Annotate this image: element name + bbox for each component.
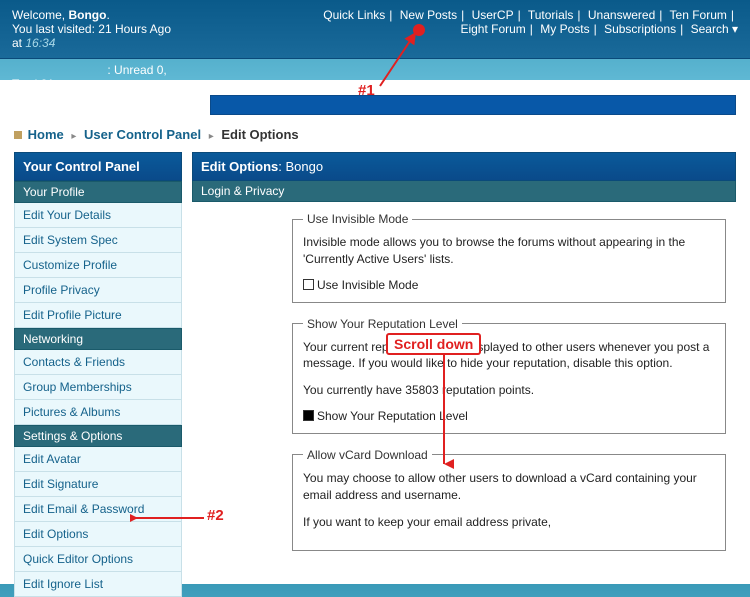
ql-unanswered[interactable]: Unanswered	[588, 8, 655, 22]
unread-status: Private Messages: Unread 0, Total 21.	[0, 59, 750, 95]
sb-group-memberships[interactable]: Group Memberships	[14, 375, 182, 400]
reputation-legend: Show Your Reputation Level	[303, 317, 462, 331]
sb-customize-profile[interactable]: Customize Profile	[14, 253, 182, 278]
sb-edit-system-spec[interactable]: Edit System Spec	[14, 228, 182, 253]
sb-profile-privacy[interactable]: Profile Privacy	[14, 278, 182, 303]
breadcrumb-current: Edit Options	[221, 127, 298, 142]
sidebar-section-settings: Settings & Options	[14, 425, 182, 447]
reputation-fieldset: Show Your Reputation Level Your current …	[292, 317, 726, 434]
sb-quick-editor-options[interactable]: Quick Editor Options	[14, 547, 182, 572]
content-header: Edit Options: Bongo	[192, 152, 736, 181]
sb-pictures-albums[interactable]: Pictures & Albums	[14, 400, 182, 425]
sidebar-header: Your Control Panel	[14, 152, 182, 181]
sb-edit-ignore-list[interactable]: Edit Ignore List	[14, 572, 182, 597]
ql-newposts[interactable]: New Posts	[400, 8, 457, 22]
ql-tutorials[interactable]: Tutorials	[528, 8, 574, 22]
sidebar-section-networking: Networking	[14, 328, 182, 350]
ql-tenforum[interactable]: Ten Forum	[670, 8, 727, 22]
sidebar-section-profile: Your Profile	[14, 181, 182, 203]
sb-edit-avatar[interactable]: Edit Avatar	[14, 447, 182, 472]
vcard-desc: You may choose to allow other users to d…	[303, 470, 715, 504]
chevron-down-icon: ▾	[732, 22, 738, 36]
sb-edit-email-password[interactable]: Edit Email & Password	[14, 497, 182, 522]
reputation-desc: Your current reputation level is display…	[303, 339, 715, 373]
breadcrumb-home[interactable]: Home	[28, 127, 64, 142]
invisible-legend: Use Invisible Mode	[303, 212, 412, 226]
annotation-dot-1	[413, 24, 425, 36]
sb-edit-options[interactable]: Edit Options	[14, 522, 182, 547]
breadcrumb: Home ▸ User Control Panel ▸ Edit Options	[0, 115, 750, 152]
vcard-fieldset: Allow vCard Download You may choose to a…	[292, 448, 726, 551]
vcard-priv: If you want to keep your email address p…	[303, 514, 715, 531]
breadcrumb-ucp[interactable]: User Control Panel	[84, 127, 201, 142]
invisible-checkbox[interactable]	[303, 279, 314, 290]
ql-quicklinks[interactable]: Quick Links	[323, 8, 385, 22]
sb-contacts-friends[interactable]: Contacts & Friends	[14, 350, 182, 375]
ql-usercp[interactable]: UserCP	[472, 8, 514, 22]
reputation-checkbox[interactable]	[303, 410, 314, 421]
home-icon	[14, 131, 22, 139]
sb-edit-profile-picture[interactable]: Edit Profile Picture	[14, 303, 182, 328]
banner-band	[210, 95, 736, 115]
ql-myposts[interactable]: My Posts	[540, 22, 589, 36]
quick-links-nav: Quick Links| New Posts| UserCP| Tutorial…	[323, 8, 738, 50]
sb-edit-signature[interactable]: Edit Signature	[14, 472, 182, 497]
vcard-legend: Allow vCard Download	[303, 448, 432, 462]
reputation-label: Show Your Reputation Level	[317, 409, 468, 423]
content-section-login-privacy: Login & Privacy	[192, 181, 736, 202]
welcome-block: Welcome, Bongo. You last visited: 21 Hou…	[12, 8, 171, 50]
invisible-desc: Invisible mode allows you to browse the …	[303, 234, 715, 268]
sb-edit-details[interactable]: Edit Your Details	[14, 203, 182, 228]
ql-subscriptions[interactable]: Subscriptions	[604, 22, 676, 36]
ql-search[interactable]: Search	[691, 22, 729, 36]
content-panel: Edit Options: Bongo Login & Privacy Use …	[192, 152, 736, 597]
invisible-mode-fieldset: Use Invisible Mode Invisible mode allows…	[292, 212, 726, 303]
ql-eightforum[interactable]: Eight Forum	[460, 22, 525, 36]
reputation-points: You currently have 35803 reputation poin…	[303, 382, 715, 399]
invisible-label: Use Invisible Mode	[317, 278, 418, 292]
sidebar: Your Control Panel Your Profile Edit You…	[14, 152, 182, 597]
